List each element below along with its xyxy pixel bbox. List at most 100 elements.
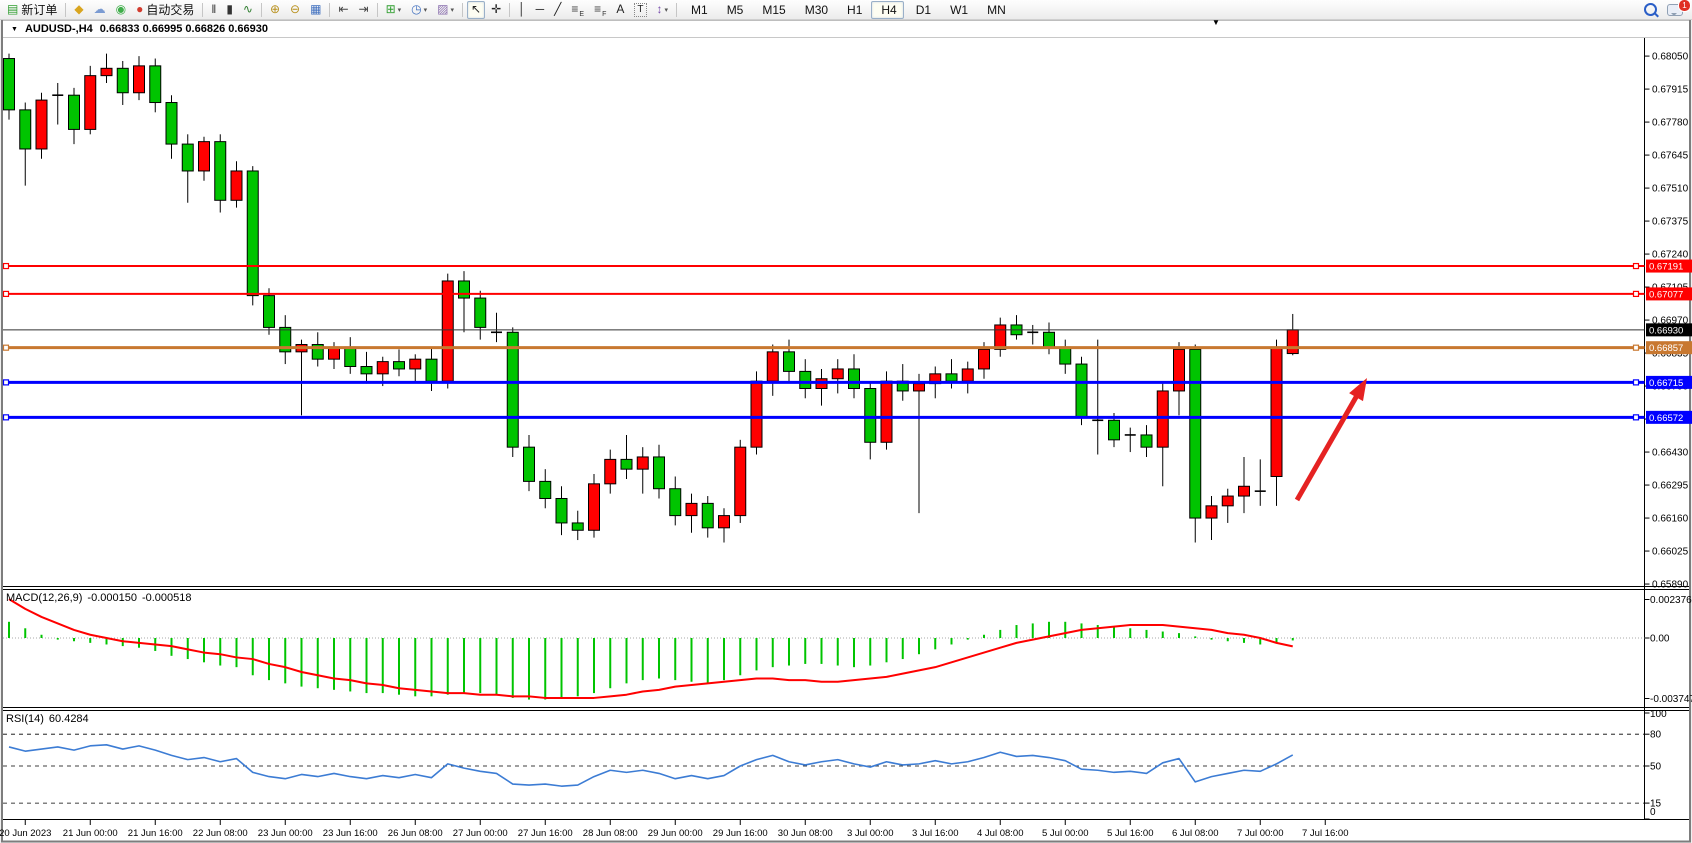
cursor-button[interactable]: ↖ bbox=[467, 1, 485, 19]
svg-text:7 Jul 00:00: 7 Jul 00:00 bbox=[1237, 828, 1283, 839]
timeframe-m15[interactable]: M15 bbox=[752, 1, 792, 19]
autotrading-icon: ● bbox=[136, 2, 143, 17]
svg-text:23 Jun 00:00: 23 Jun 00:00 bbox=[258, 828, 313, 839]
timeframe-mn[interactable]: MN bbox=[977, 1, 1013, 19]
add-indicator-icon: ⊞ bbox=[386, 2, 396, 17]
horizontal-line-button[interactable]: ─ bbox=[532, 1, 549, 19]
timeframe-h1[interactable]: H1 bbox=[837, 1, 869, 19]
fibo-expansion-icon-suffix: F bbox=[602, 11, 606, 18]
bar-chart-button[interactable]: ‖ bbox=[207, 1, 220, 19]
svg-text:4 Jul 08:00: 4 Jul 08:00 bbox=[977, 828, 1023, 839]
notification-badge: 1 bbox=[1678, 0, 1691, 12]
signals-icon[interactable]: ◉ bbox=[112, 1, 130, 19]
svg-text:20 Jun 2023: 20 Jun 2023 bbox=[0, 828, 51, 839]
svg-text:22 Jun 08:00: 22 Jun 08:00 bbox=[193, 828, 248, 839]
toolbar-separator bbox=[676, 3, 677, 17]
chart-title-bar: ▼ AUDUSD-,H4 0.66833 0.66995 0.66826 0.6… bbox=[7, 23, 272, 35]
timeframe-m15-label: M15 bbox=[762, 3, 785, 17]
svg-text:0.67077: 0.67077 bbox=[1649, 289, 1683, 300]
fibo-expansion-button[interactable]: ≡F bbox=[590, 1, 610, 19]
chart-shift-button[interactable]: ⇥ bbox=[355, 1, 373, 19]
new-order-button-label: 新订单 bbox=[21, 1, 57, 18]
svg-text:100: 100 bbox=[1650, 709, 1667, 720]
svg-text:5 Jul 00:00: 5 Jul 00:00 bbox=[1042, 828, 1088, 839]
auto-scroll-button[interactable]: ⇤ bbox=[334, 1, 352, 19]
crosshair-button[interactable]: ✛ bbox=[487, 1, 505, 19]
toolbar-separator bbox=[202, 3, 203, 17]
crosshair-icon: ✛ bbox=[491, 2, 501, 17]
ohlc-bars-icon: ‖ bbox=[211, 2, 216, 17]
funds-icon: ◆ bbox=[74, 2, 83, 17]
svg-text:0.66025: 0.66025 bbox=[1652, 547, 1689, 558]
svg-text:3 Jul 00:00: 3 Jul 00:00 bbox=[847, 828, 893, 839]
timeframe-d1[interactable]: D1 bbox=[906, 1, 938, 19]
text-label-icon: T bbox=[634, 3, 646, 17]
trendline-button[interactable]: ╱ bbox=[550, 1, 565, 19]
rsi-label: RSI(14) 60.4284 bbox=[6, 713, 89, 725]
zoom-out-button[interactable]: ⊖ bbox=[286, 1, 304, 19]
toolbar: ▤新订单◆☁◉●自动交易‖▮∿⊕⊖▦⇤⇥⊞▾◷▾▨▾↖✛│─╱≡E≡FAT↕▾M… bbox=[0, 0, 1692, 20]
indicators-button[interactable]: ⊞▾ bbox=[382, 1, 406, 19]
chevron-down-icon: ▾ bbox=[424, 6, 428, 14]
svg-text:0.66930: 0.66930 bbox=[1649, 325, 1683, 336]
toolbar-separator bbox=[65, 3, 66, 17]
candlestick-chart-button[interactable]: ▮ bbox=[222, 1, 237, 19]
svg-text:0.66572: 0.66572 bbox=[1649, 413, 1683, 424]
chat-button[interactable]: 1 bbox=[1663, 1, 1687, 19]
timeframe-m30[interactable]: M30 bbox=[795, 1, 835, 19]
rsi-value: 60.4284 bbox=[49, 713, 89, 725]
line-chart-button[interactable]: ∿ bbox=[239, 1, 257, 19]
fibo-expansion-icon: ≡ bbox=[594, 2, 601, 17]
timeframe-h1-label: H1 bbox=[847, 3, 862, 17]
svg-text:26 Jun 08:00: 26 Jun 08:00 bbox=[388, 828, 443, 839]
autotrading-button[interactable]: ●自动交易 bbox=[132, 1, 198, 19]
timeframe-m1[interactable]: M1 bbox=[681, 1, 715, 19]
arrows-button[interactable]: ↕▾ bbox=[653, 1, 673, 19]
svg-text:0.66430: 0.66430 bbox=[1652, 448, 1689, 459]
timeframe-d1-label: D1 bbox=[916, 3, 931, 17]
zoom-in-icon: ⊕ bbox=[270, 2, 280, 17]
timeframe-m30-label: M30 bbox=[805, 3, 828, 17]
timeframe-m5[interactable]: M5 bbox=[717, 1, 751, 19]
chart-ohlc-readout: 0.66833 0.66995 0.66826 0.66930 bbox=[100, 23, 268, 35]
chart-canvas[interactable]: 0.680500.679150.677800.676450.675100.673… bbox=[0, 0, 1692, 843]
chart-shift-icon: ⇥ bbox=[359, 2, 369, 17]
svg-text:50: 50 bbox=[1650, 762, 1662, 773]
autotrading-button-label: 自动交易 bbox=[146, 1, 194, 18]
chart-collapse-icon[interactable]: ▼ bbox=[11, 26, 18, 33]
text-label-button[interactable]: T bbox=[630, 1, 650, 19]
candlestick-icon: ▮ bbox=[226, 2, 233, 17]
svg-text:7 Jul 16:00: 7 Jul 16:00 bbox=[1302, 828, 1348, 839]
fibo-retracement-button[interactable]: ≡E bbox=[567, 1, 588, 19]
svg-text:0.66715: 0.66715 bbox=[1649, 378, 1683, 389]
text-button[interactable]: A bbox=[612, 1, 628, 19]
timeframe-h4-label: H4 bbox=[881, 3, 896, 17]
timeframe-w1[interactable]: W1 bbox=[940, 1, 975, 19]
svg-text:6 Jul 08:00: 6 Jul 08:00 bbox=[1172, 828, 1218, 839]
svg-text:80: 80 bbox=[1650, 730, 1662, 741]
rsi-name: RSI(14) bbox=[6, 713, 44, 725]
svg-text:3 Jul 16:00: 3 Jul 16:00 bbox=[912, 828, 958, 839]
auto-scroll-icon: ⇤ bbox=[338, 2, 348, 17]
svg-text:28 Jun 08:00: 28 Jun 08:00 bbox=[583, 828, 638, 839]
templates-button[interactable]: ▨▾ bbox=[433, 1, 458, 19]
new-order-button[interactable]: ▤新订单 bbox=[3, 1, 61, 19]
svg-text:0.67915: 0.67915 bbox=[1652, 85, 1689, 96]
zoom-in-button[interactable]: ⊕ bbox=[266, 1, 284, 19]
search-button[interactable] bbox=[1640, 1, 1661, 19]
toolbar-separator bbox=[329, 3, 330, 17]
svg-text:0.67191: 0.67191 bbox=[1649, 262, 1683, 273]
community-icon[interactable]: ☁ bbox=[90, 1, 110, 19]
arrows-icon: ↕ bbox=[657, 2, 663, 17]
tile-windows-button[interactable]: ▦ bbox=[306, 1, 325, 19]
macd-name: MACD(12,26,9) bbox=[6, 592, 82, 604]
svg-text:27 Jun 00:00: 27 Jun 00:00 bbox=[453, 828, 508, 839]
funds-icon[interactable]: ◆ bbox=[70, 1, 87, 19]
clock-icon: ◷ bbox=[411, 2, 421, 17]
svg-text:0.66295: 0.66295 bbox=[1652, 481, 1689, 492]
vertical-line-button[interactable]: │ bbox=[514, 1, 530, 19]
periods-button[interactable]: ◷▾ bbox=[407, 1, 431, 19]
svg-text:0.68050: 0.68050 bbox=[1652, 52, 1689, 63]
timeframe-h4[interactable]: H4 bbox=[871, 1, 903, 19]
signals-icon: ◉ bbox=[116, 2, 126, 17]
